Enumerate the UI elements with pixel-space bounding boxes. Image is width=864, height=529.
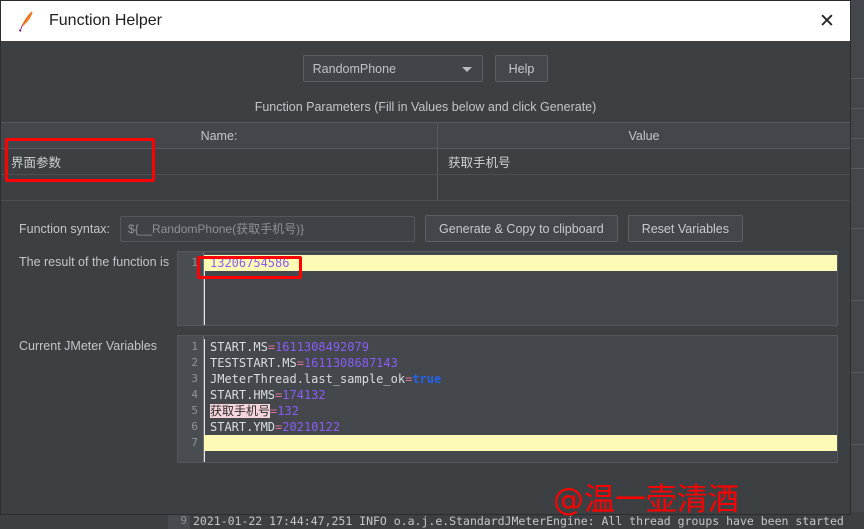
background-row-divider bbox=[850, 168, 864, 169]
background-row-divider bbox=[850, 138, 864, 139]
variables-line-number: 5 bbox=[191, 404, 198, 417]
reset-variables-button[interactable]: Reset Variables bbox=[627, 215, 744, 242]
variable-key: START.MS bbox=[210, 340, 268, 354]
variables-line-number: 3 bbox=[191, 372, 198, 385]
variable-value: true bbox=[412, 372, 442, 386]
cell-parameter-name[interactable]: 界面参数 bbox=[1, 149, 438, 174]
variables-code[interactable]: START.MS=1611308492079 TESTSTART.MS=1611… bbox=[204, 336, 837, 462]
function-syntax-input[interactable]: ${__RandomPhone(获取手机号)} bbox=[120, 215, 416, 242]
result-gutter: 1 bbox=[178, 252, 204, 325]
background-row-divider bbox=[850, 228, 864, 229]
dialog-body: RandomPhone Help Function Parameters (Fi… bbox=[1, 41, 850, 514]
variables-line-number: 2 bbox=[191, 356, 198, 369]
equals-sign: = bbox=[296, 356, 304, 370]
variable-value: 132 bbox=[277, 404, 299, 418]
variable-value: 174132 bbox=[282, 388, 326, 402]
background-row-divider bbox=[850, 300, 864, 301]
jmeter-variables-textarea[interactable]: 1 2 3 4 5 6 7 START.MS=1611308492079 TES… bbox=[177, 335, 838, 463]
function-syntax-row: Function syntax: ${__RandomPhone(获取手机号)}… bbox=[1, 201, 850, 242]
jmeter-feather-icon bbox=[17, 10, 35, 32]
table-row[interactable] bbox=[1, 175, 850, 201]
background-row-divider bbox=[850, 78, 864, 79]
variable-line-empty bbox=[204, 435, 837, 451]
variable-line: START.HMS=174132 bbox=[204, 387, 837, 403]
jmeter-variables-block: Current JMeter Variables 1 2 3 4 5 6 7 S… bbox=[1, 326, 850, 463]
variable-value: 1611308687143 bbox=[303, 356, 398, 370]
close-icon[interactable]: ✕ bbox=[804, 1, 850, 41]
dialog-titlebar[interactable]: Function Helper ✕ bbox=[1, 1, 850, 41]
cell-parameter-value[interactable]: 获取手机号 bbox=[438, 149, 850, 174]
function-result-block: The result of the function is 1 13206754… bbox=[1, 242, 850, 326]
background-row-divider bbox=[850, 372, 864, 373]
table-header-row: Name: Value bbox=[1, 123, 850, 149]
variables-line-number: 6 bbox=[191, 420, 198, 433]
parameters-caption: Function Parameters (Fill in Values belo… bbox=[254, 100, 597, 114]
function-result-label: The result of the function is bbox=[19, 255, 170, 269]
background-row-divider bbox=[850, 108, 864, 109]
function-select-value: RandomPhone bbox=[312, 61, 397, 76]
variables-line-number: 1 bbox=[191, 340, 198, 353]
generate-copy-button[interactable]: Generate & Copy to clipboard bbox=[425, 215, 618, 242]
variables-line-number: 4 bbox=[191, 388, 198, 401]
chevron-down-icon bbox=[461, 67, 472, 72]
parameters-table: Name: Value 界面参数 获取手机号 bbox=[1, 122, 850, 201]
cell-parameter-value[interactable] bbox=[438, 175, 850, 200]
variable-key: START.HMS bbox=[210, 388, 276, 402]
variable-key: START.YMD bbox=[210, 420, 276, 434]
variable-value: 1611308492079 bbox=[275, 340, 369, 354]
function-helper-dialog: Function Helper ✕ RandomPhone Help Funct… bbox=[0, 0, 851, 515]
variables-line-number: 7 bbox=[191, 436, 198, 449]
column-header-value: Value bbox=[628, 128, 660, 143]
help-button[interactable]: Help bbox=[494, 55, 549, 82]
variable-line: START.YMD=20210122 bbox=[204, 419, 837, 435]
table-row[interactable]: 界面参数 获取手机号 bbox=[1, 149, 850, 175]
variable-value: 20210122 bbox=[282, 420, 341, 434]
equals-sign: = bbox=[267, 340, 276, 354]
variable-line: TESTSTART.MS=1611308687143 bbox=[204, 355, 837, 371]
variable-line: JMeterThread.last_sample_ok=true bbox=[204, 371, 837, 387]
function-result-textarea[interactable]: 1 13206754586 bbox=[177, 251, 838, 326]
variable-line: START.MS=1611308492079 bbox=[204, 339, 837, 355]
function-selector-row: RandomPhone Help bbox=[1, 41, 850, 82]
screen: 9 2021-01-22 17:44:47,251 INFO o.a.j.e.S… bbox=[0, 0, 864, 529]
jmeter-variables-label: Current JMeter Variables bbox=[19, 339, 158, 353]
cell-parameter-name[interactable] bbox=[1, 175, 438, 200]
watermark: @温一壶清酒 bbox=[553, 482, 739, 518]
function-syntax-label: Function syntax: bbox=[19, 221, 111, 236]
result-value: 13206754586 bbox=[210, 256, 290, 270]
result-line: 13206754586 bbox=[204, 255, 837, 271]
variables-gutter: 1 2 3 4 5 6 7 bbox=[178, 336, 204, 462]
result-code[interactable]: 13206754586 bbox=[204, 252, 837, 325]
variable-key: 获取手机号 bbox=[210, 404, 271, 418]
column-header-name: Name: bbox=[1, 123, 438, 148]
background-right-panel bbox=[850, 0, 864, 529]
dialog-title: Function Helper bbox=[49, 12, 162, 29]
function-select[interactable]: RandomPhone bbox=[302, 55, 483, 82]
variable-key: JMeterThread.last_sample_ok bbox=[210, 372, 406, 386]
variable-line: 获取手机号=132 bbox=[204, 403, 837, 419]
result-line-number: 1 bbox=[191, 256, 198, 269]
background-row-divider bbox=[850, 444, 864, 445]
variable-key: TESTSTART.MS bbox=[210, 356, 297, 370]
